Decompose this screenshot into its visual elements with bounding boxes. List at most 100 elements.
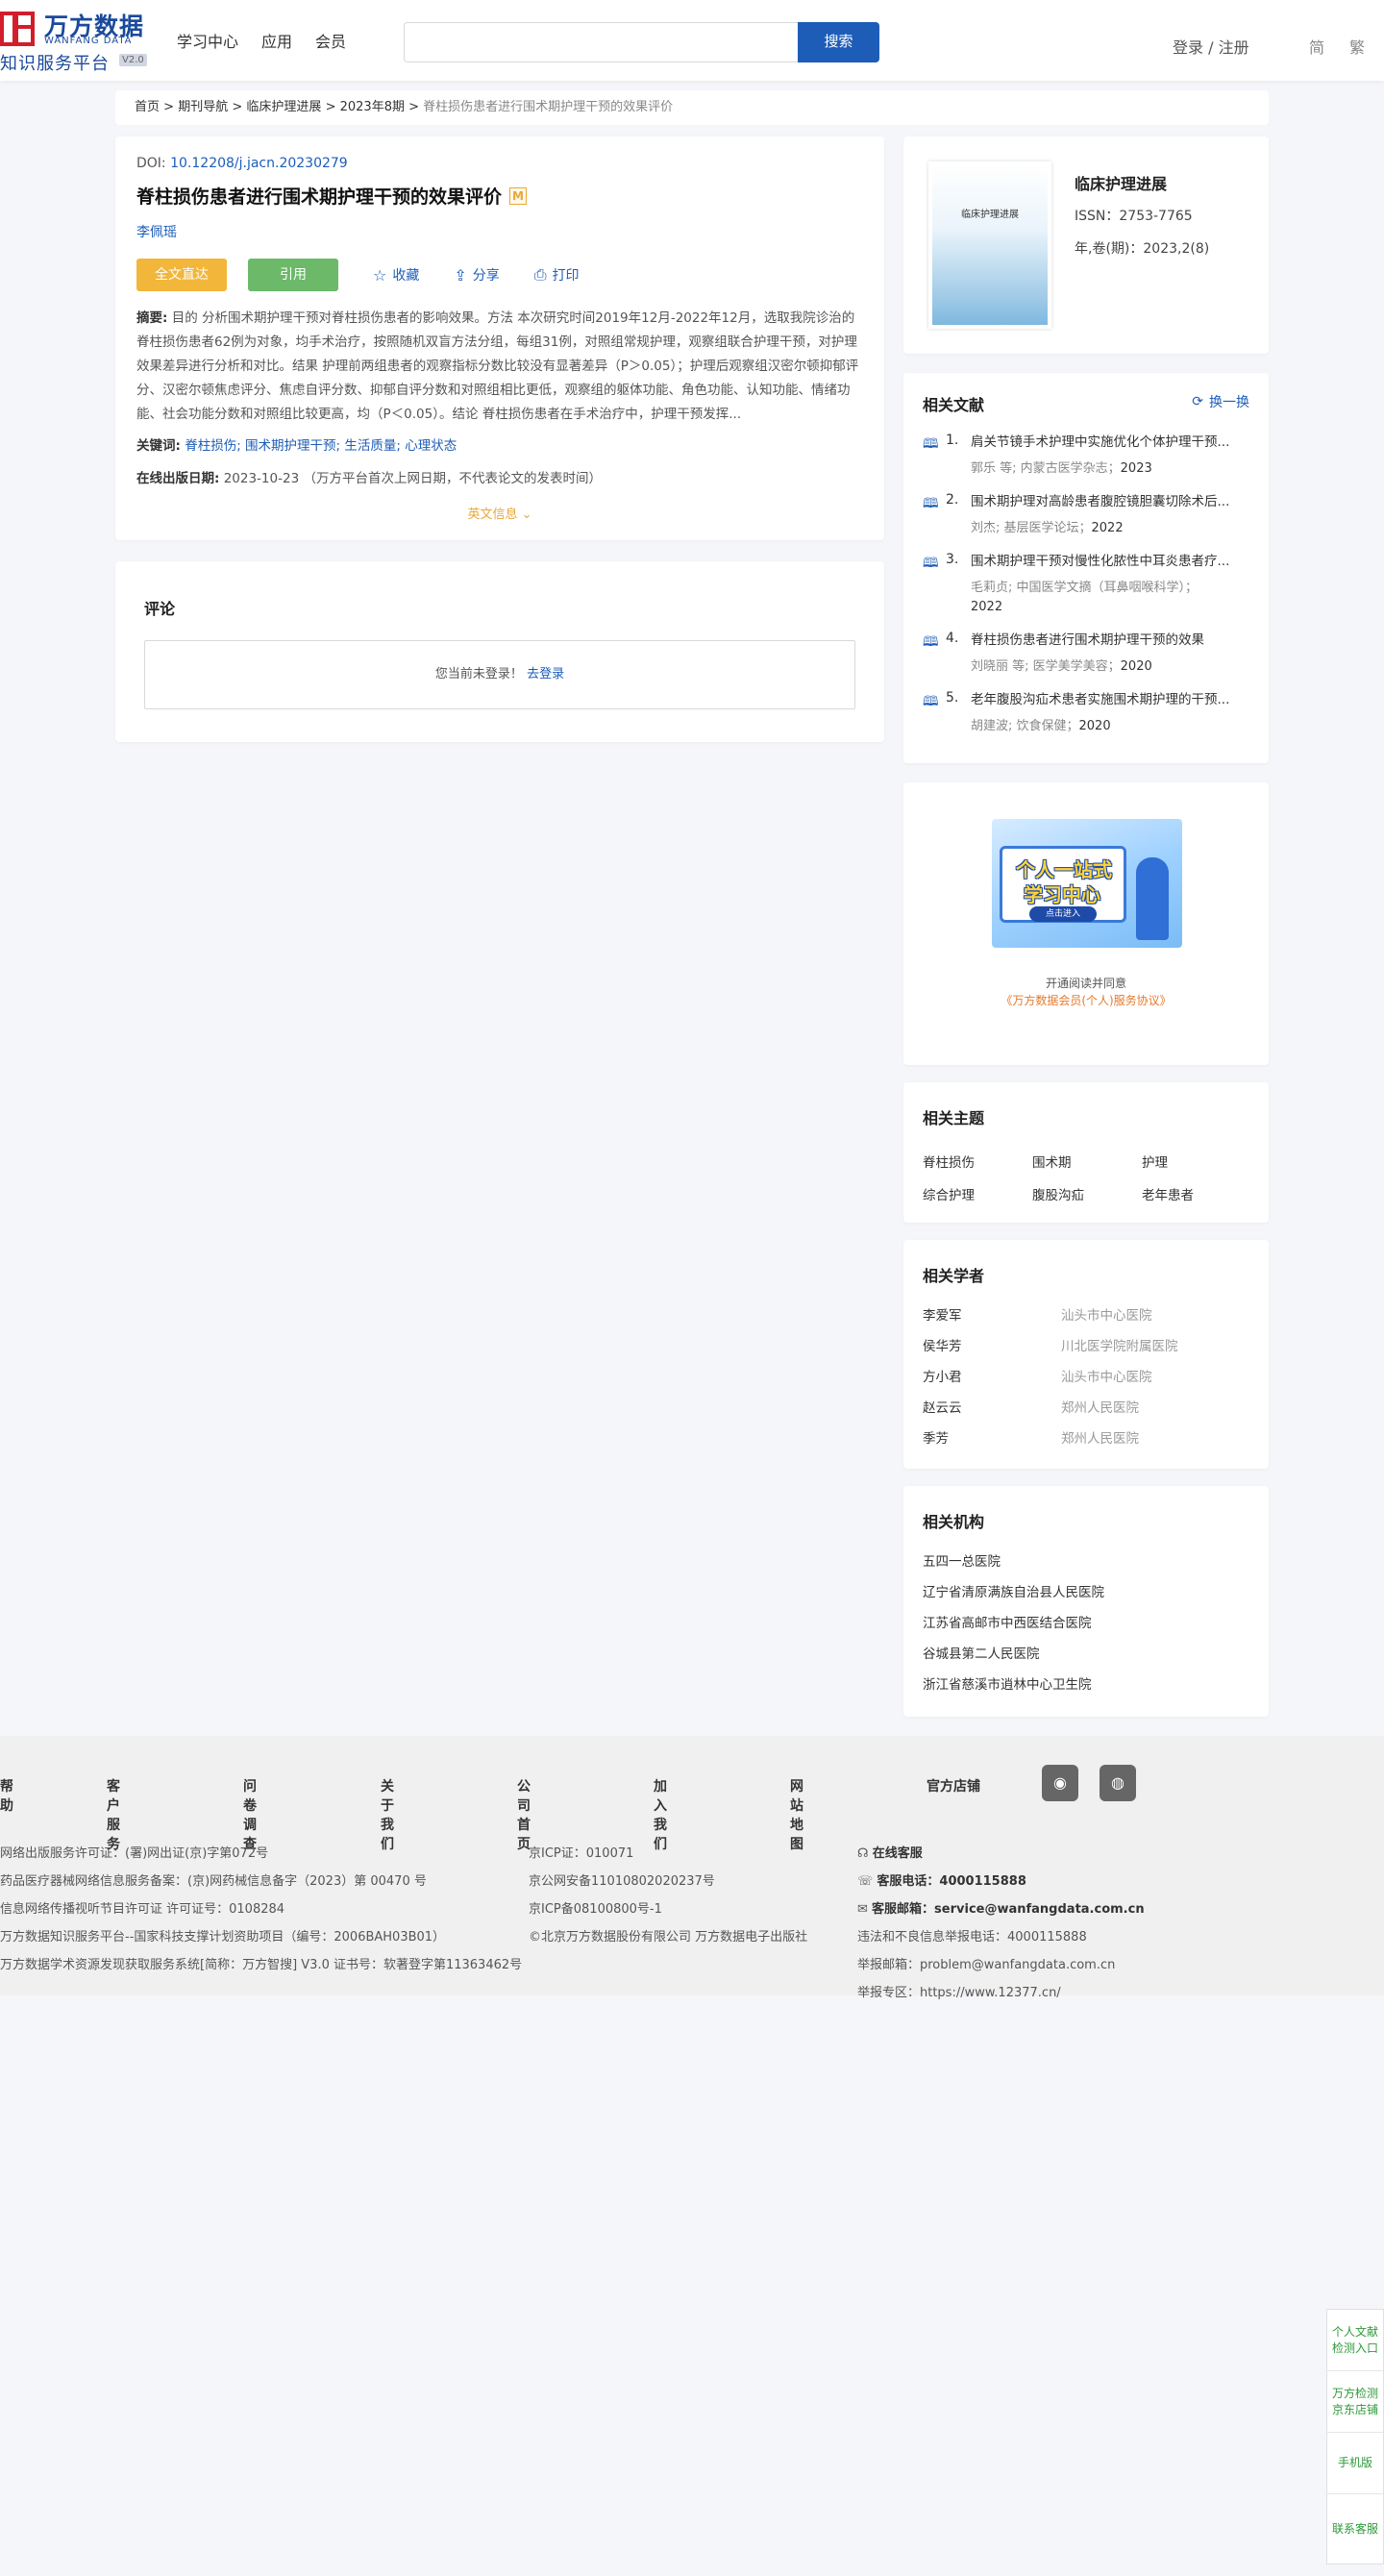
list-item[interactable]: 🕮 2. 围术期护理对高龄患者腹腔镜胆囊切除术后... 刘杰; 基层医学论坛；2… [923, 492, 1249, 538]
ad-banner[interactable]: 个人一站式 学习中心 点击进入 [992, 819, 1182, 948]
breadcrumb-journal[interactable]: 临床护理进展 [246, 100, 321, 114]
author-link[interactable]: 李佩瑶 [136, 222, 863, 241]
refresh-icon: ⟳ [1192, 394, 1203, 409]
full-text-button[interactable]: 全文直达 [136, 259, 227, 291]
doi-link[interactable]: 10.12208/j.jacn.20230279 [170, 156, 348, 171]
nav-learning-center[interactable]: 学习中心 [177, 29, 238, 52]
topic-link[interactable]: 老年患者 [1142, 1184, 1251, 1203]
scholar-name[interactable]: 侯华芳 [923, 1338, 1061, 1355]
comment-login-link[interactable]: 去登录 [527, 667, 564, 681]
list-item[interactable]: 🕮 3. 围术期护理干预对慢性化脓性中耳炎患者疗... 毛莉贞; 中国医学文摘（… [923, 552, 1249, 617]
scholar-org[interactable]: 汕头市中心医院 [1061, 1369, 1152, 1386]
online-service[interactable]: ☊ 在线客服 [857, 1840, 1145, 1868]
search-input[interactable] [404, 22, 798, 62]
table-row: 侯华芳 川北医学院附属医院 [923, 1338, 1249, 1355]
pubdate-label: 在线出版日期: [136, 471, 220, 486]
favorite-button[interactable]: ☆ 收藏 [373, 265, 419, 285]
list-item[interactable]: 🕮 4. 脊柱损伤患者进行围术期护理干预的效果 刘晓丽 等; 医学美学美容；20… [923, 631, 1249, 677]
swap-button[interactable]: ⟳ 换一换 [1192, 392, 1249, 411]
institution-link[interactable]: 浙江省慈溪市逍林中心卫生院 [923, 1676, 1249, 1694]
email-value[interactable]: service@wanfangdata.com.cn [934, 1902, 1145, 1917]
scholar-org[interactable]: 郑州人民医院 [1061, 1399, 1139, 1417]
journal-name[interactable]: 临床护理进展 [1075, 171, 1167, 194]
breadcrumb-sep: > [232, 100, 243, 114]
table-row: 方小君 汕头市中心医院 [923, 1369, 1249, 1386]
scholar-org[interactable]: 川北医学院附属医院 [1061, 1338, 1178, 1355]
cite-button[interactable]: 引用 [248, 259, 338, 291]
footer-link-store[interactable]: 官方店铺 [927, 1776, 980, 1796]
print-button[interactable]: ⎙ 打印 [534, 265, 580, 285]
scholar-name[interactable]: 李爱军 [923, 1307, 1061, 1325]
headset-icon: ☊ [857, 1846, 873, 1861]
print-label: 打印 [552, 268, 580, 284]
nav-apps[interactable]: 应用 [261, 29, 292, 52]
topic-link[interactable]: 综合护理 [923, 1184, 1032, 1203]
site-footer: 帮助 客户服务 问卷调查 关于我们 公司首页 加入我们 网站地图 官方店铺 ◉ … [0, 1736, 1384, 2000]
rel-title[interactable]: 围术期护理对高龄患者腹腔镜胆囊切除术后... [971, 492, 1249, 511]
topic-link[interactable]: 围术期 [1032, 1152, 1142, 1171]
institution-link[interactable]: 辽宁省清原满族自治县人民医院 [923, 1584, 1249, 1601]
scholar-org[interactable]: 郑州人民医院 [1061, 1430, 1139, 1448]
list-item[interactable]: 🕮 1. 肩关节镜手术护理中实施优化个体护理干预... 郭乐 等; 内蒙古医学杂… [923, 433, 1249, 479]
topics-title: 相关主题 [923, 1109, 985, 1127]
share-button[interactable]: ⇪ 分享 [454, 265, 499, 285]
footer-icp-line[interactable]: 京公网安备11010802020237号 [529, 1868, 807, 1895]
scholar-org[interactable]: 汕头市中心医院 [1061, 1307, 1152, 1325]
keywords-links[interactable]: 脊柱损伤; 围术期护理干预; 生活质量; 心理状态 [185, 438, 457, 454]
topic-link[interactable]: 护理 [1142, 1152, 1251, 1171]
institution-link[interactable]: 江苏省高邮市中西医结合医院 [923, 1615, 1249, 1632]
scholar-list: 李爱军 汕头市中心医院 侯华芳 川北医学院附属医院 方小君 汕头市中心医院 赵云云 郑州… [923, 1307, 1249, 1448]
footer-license-line: 药品医疗器械网络信息服务备案：(京)网药械信息备字（2023）第 00470 号 [0, 1874, 427, 1889]
side-tool-jd-store[interactable]: 万方检测京东店铺 [1327, 2371, 1383, 2433]
lang-simplified[interactable]: 简 [1309, 35, 1324, 58]
lang-traditional[interactable]: 繁 [1349, 35, 1365, 58]
report-line: 违法和不良信息举报电话：4000115888 [857, 1930, 1087, 1944]
footer-icp-line[interactable]: 京ICP证：010071 [529, 1840, 807, 1868]
topic-link[interactable]: 脊柱损伤 [923, 1152, 1032, 1171]
footer-license-line: 信息网络传播视听节目许可证 许可证号：0108284 [0, 1902, 285, 1917]
phone-value: 4000115888 [939, 1874, 1026, 1889]
report-line[interactable]: 举报专区：https://www.12377.cn/ [857, 1979, 1145, 2007]
rel-num: 1. [946, 433, 959, 448]
scholar-name[interactable]: 方小君 [923, 1369, 1061, 1386]
language-switch: 简 繁 [1309, 35, 1365, 58]
related-literature-card: 相关文献 ⟳ 换一换 🕮 1. 肩关节镜手术护理中实施优化个体护理干预... 郭… [903, 373, 1269, 763]
institution-link[interactable]: 谷城县第二人民医院 [923, 1646, 1249, 1663]
search-button[interactable]: 搜索 [798, 22, 879, 62]
nav-membership[interactable]: 会员 [315, 29, 346, 52]
side-tool-mobile[interactable]: 手机版 [1327, 2433, 1383, 2494]
wanfang-logo[interactable]: 万方数据 WANFANG DATA 知识服务平台 V2.0 [0, 6, 154, 75]
ad-agreement-link[interactable]: 《万方数据会员(个人)服务协议》 [903, 992, 1269, 1008]
footer-license-line: 万方数据学术资源发现获取服务系统[简称：万方智搜] V3.0 证书号：软著登字第… [0, 1958, 523, 1972]
breadcrumb-home[interactable]: 首页 [135, 100, 160, 114]
ad-line2: 学习中心 [1024, 883, 1100, 906]
keywords-label: 关键词: [136, 438, 181, 454]
rel-num: 4. [946, 631, 959, 646]
journal-cover[interactable]: 临床护理进展 [928, 161, 1051, 329]
rel-title[interactable]: 老年腹股沟疝术患者实施围术期护理的干预... [971, 690, 1249, 709]
side-tool-contact[interactable]: 联系客服 [1327, 2494, 1383, 2564]
list-item[interactable]: 🕮 5. 老年腹股沟疝术患者实施围术期护理的干预... 胡建波; 饮食保健；20… [923, 690, 1249, 736]
topic-link[interactable]: 腹股沟疝 [1032, 1184, 1142, 1203]
rel-title[interactable]: 脊柱损伤患者进行围术期护理干预的效果 [971, 631, 1249, 650]
breadcrumb-issue[interactable]: 2023年8期 [340, 100, 405, 114]
footer-icp-line[interactable]: 京ICP备08100800号-1 [529, 1895, 807, 1923]
phone-icon: ☏ [857, 1874, 877, 1889]
rel-title[interactable]: 围术期护理干预对慢性化脓性中耳炎患者疗... [971, 552, 1249, 571]
scholar-name[interactable]: 赵云云 [923, 1399, 1061, 1417]
breadcrumb: 首页 > 期刊导航 > 临床护理进展 > 2023年8期 > 脊柱损伤患者进行围… [115, 90, 1269, 125]
ad-enter-button[interactable]: 点击进入 [1029, 906, 1097, 922]
rel-title[interactable]: 肩关节镜手术护理中实施优化个体护理干预... [971, 433, 1249, 452]
doi-line: DOI: 10.12208/j.jacn.20230279 [136, 156, 863, 171]
login-register-link[interactable]: 登录 / 注册 [1173, 35, 1249, 58]
scholar-name[interactable]: 季芳 [923, 1430, 1061, 1448]
english-info-toggle[interactable]: 英文信息 ⌄ [136, 504, 863, 522]
wechat-icon[interactable]: ◍ [1100, 1765, 1136, 1801]
institution-link[interactable]: 五四一总医院 [923, 1553, 1249, 1571]
side-tool-check[interactable]: 个人文献检测入口 [1327, 2310, 1383, 2371]
footer-contact: ☊ 在线客服 ☏ 客服电话：4000115888 ✉ 客服邮箱：service@… [857, 1840, 1145, 2007]
breadcrumb-journal-nav[interactable]: 期刊导航 [178, 100, 228, 114]
weibo-icon[interactable]: ◉ [1042, 1765, 1078, 1801]
footer-link-help[interactable]: 帮助 [0, 1776, 13, 1815]
related-topics-card: 相关主题 脊柱损伤 围术期 护理 综合护理 腹股沟疝 老年患者 [903, 1082, 1269, 1223]
